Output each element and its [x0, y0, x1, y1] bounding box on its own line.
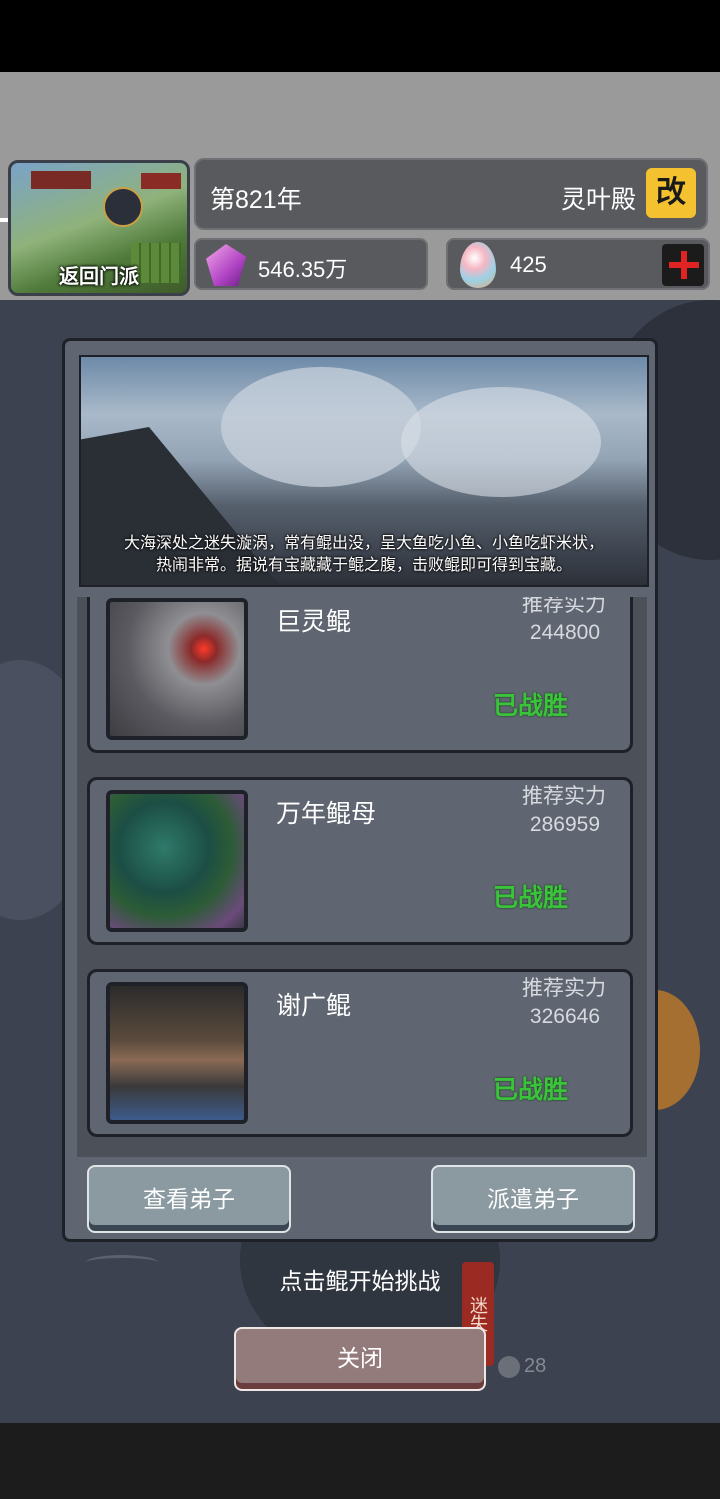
close-button[interactable]: 关闭 — [234, 1327, 486, 1391]
recommended-power-label: 推荐实力 — [522, 785, 606, 808]
add-resource-button[interactable] — [662, 244, 704, 286]
disciple-icon — [498, 1355, 520, 1378]
storm-cloud — [221, 367, 421, 487]
enemy-card[interactable]: 万年鲲母 推荐实力 286959 已战胜 — [87, 777, 633, 945]
enemy-list[interactable]: 巨灵鲲 推荐实力 244800 已战胜 万年鲲母 推荐实力 286959 已战胜… — [77, 597, 647, 1157]
spirit-egg-icon — [460, 242, 496, 288]
return-label: 返回门派 — [59, 266, 139, 288]
sect-emblem-icon — [103, 187, 143, 227]
return-to-sect-button[interactable]: 返回门派 — [8, 160, 190, 296]
enemy-card[interactable]: 巨灵鲲 推荐实力 244800 已战胜 — [87, 597, 633, 753]
building-roof — [141, 173, 181, 189]
crystal-icon — [206, 244, 246, 286]
recommended-power-label: 推荐实力 — [522, 597, 606, 616]
battle-status: 已战胜 — [492, 692, 568, 720]
recommended-power-label: 推荐实力 — [522, 977, 606, 1000]
battle-status: 已战胜 — [492, 884, 568, 912]
description-line: 大海深处之迷失漩涡，常有鲲出没，呈大鱼吃小鱼、小鱼吃虾米状， — [123, 535, 604, 552]
enemy-portrait — [106, 790, 248, 932]
enemy-card[interactable]: 谢广鲲 推荐实力 326646 已战胜 — [87, 969, 633, 1137]
enemy-portrait — [106, 982, 248, 1124]
enemy-name: 万年鲲母 — [276, 800, 377, 828]
enemy-portrait — [106, 598, 248, 740]
storm-cloud — [401, 387, 601, 497]
population-indicator: 28 — [498, 1355, 546, 1378]
year-text: 第821年 — [210, 186, 302, 214]
building-roof — [31, 171, 91, 189]
battle-status: 已战胜 — [492, 1076, 568, 1104]
challenge-panel: 大海深处之迷失漩涡，常有鲲出没，呈大鱼吃小鱼、小鱼吃虾米状， 热闹非常。据说有宝… — [62, 338, 658, 1242]
crystal-resource: 546.35万 — [194, 238, 428, 290]
status-bar-area — [0, 0, 720, 72]
view-disciples-button[interactable]: 查看弟子 — [87, 1165, 291, 1233]
description-line: 热闹非常。据说有宝藏藏于鲲之腹，击败鲲即可得到宝藏。 — [155, 557, 572, 574]
enemy-name: 巨灵鲲 — [276, 608, 352, 636]
crystal-amount: 546.35万 — [258, 257, 348, 282]
recommended-power-value: 244800 — [529, 621, 600, 644]
egg-amount: 425 — [510, 252, 547, 277]
challenge-hint: 点击鲲开始挑战 — [279, 1268, 441, 1294]
dispatch-disciples-button[interactable]: 派遣弟子 — [431, 1165, 635, 1233]
recommended-power-value: 326646 — [529, 1005, 600, 1028]
navigation-bar-area — [0, 1423, 720, 1499]
rename-button[interactable]: 改 — [646, 168, 696, 218]
stage-description: 大海深处之迷失漩涡，常有鲲出没，呈大鱼吃小鱼、小鱼吃虾米状， 热闹非常。据说有宝… — [81, 533, 647, 577]
recommended-power-value: 286959 — [529, 813, 600, 836]
population-count: 28 — [524, 1355, 547, 1377]
enemy-name: 谢广鲲 — [276, 992, 352, 1020]
year-sect-panel: 第821年 灵叶殿 改 — [194, 158, 708, 230]
stage-banner: 大海深处之迷失漩涡，常有鲲出没，呈大鱼吃小鱼、小鱼吃虾米状， 热闹非常。据说有宝… — [79, 355, 649, 587]
egg-resource: 425 — [446, 238, 710, 290]
sect-name: 灵叶殿 — [560, 186, 636, 214]
